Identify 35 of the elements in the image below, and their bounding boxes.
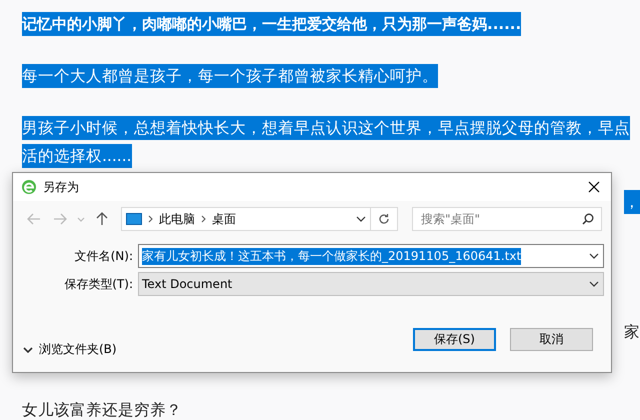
browse-folders-toggle[interactable]: 浏览文件夹(B) (23, 341, 117, 358)
chevron-icon (23, 346, 33, 352)
article-text: ， (624, 190, 640, 214)
chevron-right-icon (148, 215, 153, 223)
article-text: 活的选择权...... (22, 144, 132, 168)
article-text: 家 (624, 322, 640, 343)
save-button[interactable]: 保存(S) (413, 328, 496, 351)
up-arrow-icon (96, 212, 108, 226)
chevron-down-icon (356, 216, 366, 222)
article-text: 记忆中的小脚丫，肉嘟嘟的小嘴巴，一生把爱交给他，只为那一声爸妈...... (22, 12, 522, 36)
file-type-dropdown[interactable]: Text Document (138, 272, 604, 296)
caret-icon (77, 216, 85, 222)
address-bar[interactable]: 此电脑 桌面 (121, 207, 371, 231)
chevron-down-icon (589, 281, 599, 287)
breadcrumb-item[interactable]: 桌面 (212, 210, 236, 228)
chevron-right-icon (201, 215, 206, 223)
search-icon (582, 213, 594, 225)
cancel-button[interactable]: 取消 (510, 328, 593, 351)
field-label: 保存类型(T): (63, 276, 134, 292)
breadcrumb-item[interactable]: 此电脑 (159, 210, 195, 228)
article-text: 男孩子小时候，总想着快快长大，想着早点认识这个世界，早点摆脱父母的管教，早点 (22, 116, 630, 140)
article-text: 女儿该富养还是穷养？ (22, 400, 182, 420)
filename-field[interactable]: 家有儿女初长成！这五本书，每一个做家长的_20191105_160641.txt (138, 244, 604, 268)
browser-logo-icon (21, 179, 37, 195)
field-label: 文件名(N): (74, 248, 134, 264)
close-icon (588, 181, 600, 193)
right-arrow-icon (53, 213, 67, 225)
search-field[interactable]: 搜索"桌面" (412, 207, 602, 231)
refresh-button[interactable] (371, 207, 398, 231)
chevron-down-icon (589, 253, 599, 259)
article-text: 每一个大人都曾是孩子，每一个孩子都曾被家长精心呵护。 (22, 64, 438, 88)
computer-icon (126, 213, 142, 225)
left-arrow-icon (27, 213, 41, 225)
refresh-icon (378, 213, 390, 225)
dialog-title: 另存为 (43, 178, 80, 196)
